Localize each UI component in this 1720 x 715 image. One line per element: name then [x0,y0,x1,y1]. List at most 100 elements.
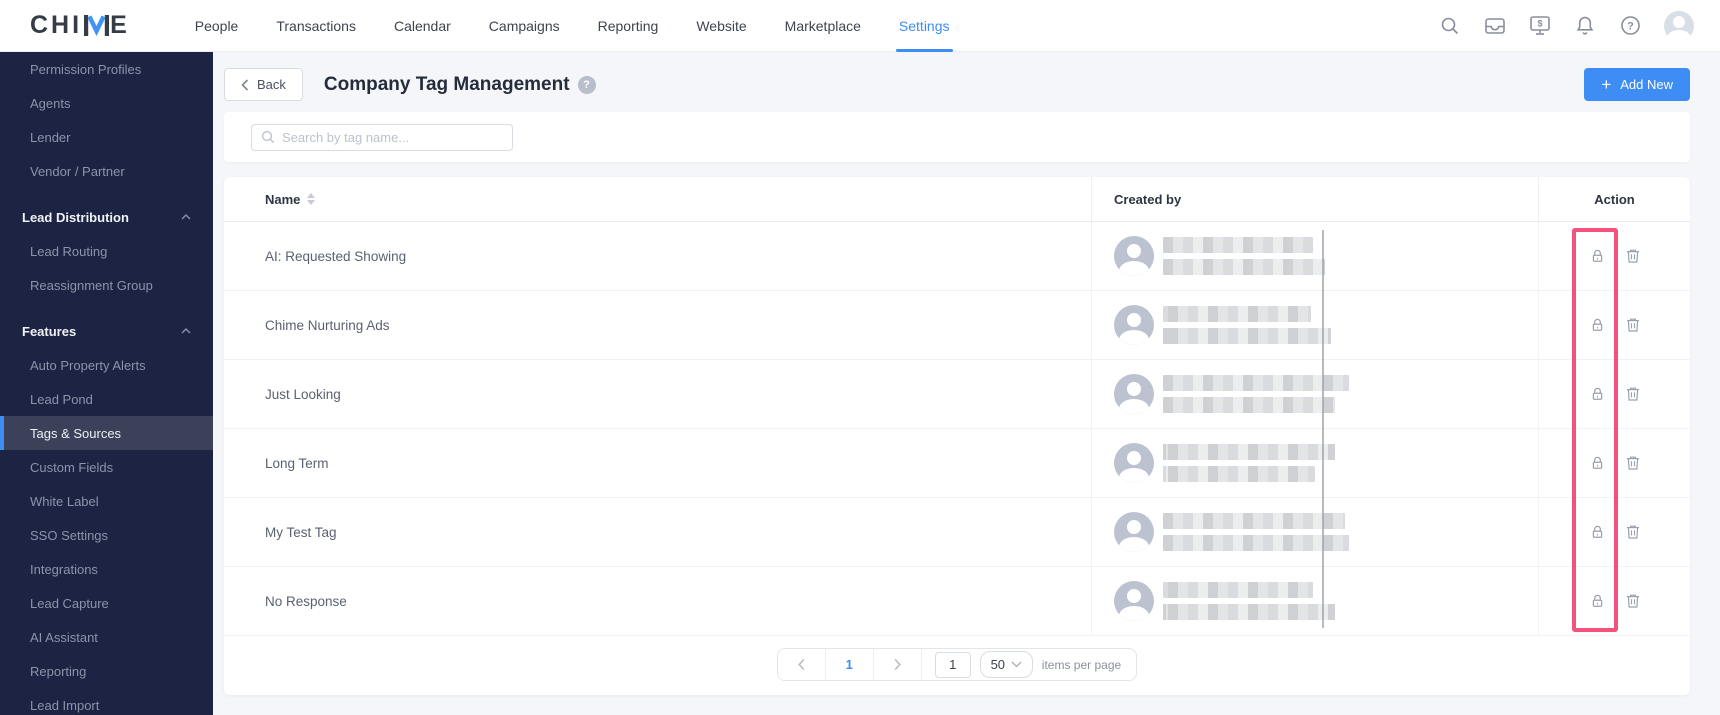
sidebar-item-lead-import[interactable]: Lead Import [0,688,213,715]
action-cell [1538,222,1690,290]
sidebar-item-lender[interactable]: Lender [0,120,213,154]
notifications-bell-icon[interactable] [1574,15,1596,37]
sidebar-item-vendor-partner[interactable]: Vendor / Partner [0,154,213,188]
sort-icon[interactable] [307,193,316,205]
sidebar-item-agents[interactable]: Agents [0,86,213,120]
logo-text-left: CHI [30,11,83,39]
delete-button[interactable] [1626,248,1640,264]
table-row: Long Term [224,429,1690,498]
avatar [1114,443,1154,483]
created-by-cell [1091,498,1538,566]
sidebar-item-reporting[interactable]: Reporting [0,654,213,688]
created-by-cell [1091,291,1538,359]
add-new-button[interactable]: + Add New [1584,68,1690,101]
sidebar-item-reassignment-group[interactable]: Reassignment Group [0,268,213,302]
pagination-next-button[interactable] [873,649,922,680]
nav-item-reporting[interactable]: Reporting [579,0,678,52]
billing-icon[interactable]: $ [1529,15,1551,37]
sidebar-item-sso-settings[interactable]: SSO Settings [0,518,213,552]
nav-item-website[interactable]: Website [677,0,765,52]
lock-button[interactable] [1590,248,1605,264]
action-cell [1538,360,1690,428]
help-icon[interactable]: ? [1619,15,1641,37]
sidebar-item-ai-assistant[interactable]: AI Assistant [0,620,213,654]
lock-button[interactable] [1590,317,1605,333]
trash-icon [1626,387,1639,401]
delete-button[interactable] [1626,593,1640,609]
items-per-page-label: items per page [1041,657,1122,672]
delete-button[interactable] [1626,386,1640,402]
action-cell [1538,291,1690,359]
nav-item-marketplace[interactable]: Marketplace [766,0,880,52]
delete-button[interactable] [1626,317,1640,333]
tag-name-cell: Long Term [265,455,329,471]
sidebar-item-white-label[interactable]: White Label [0,484,213,518]
table-header-row: Name Created by Action [224,177,1690,222]
lock-icon [1592,387,1602,400]
column-name-label: Name [265,191,301,207]
column-header-name[interactable]: Name [224,177,1091,221]
search-icon[interactable] [1439,15,1461,37]
sidebar-item-lead-pond[interactable]: Lead Pond [0,382,213,416]
lock-button[interactable] [1590,524,1605,540]
action-cell [1538,567,1690,635]
action-cell [1538,429,1690,497]
table-row: AI: Requested Showing [224,222,1690,291]
navbar-right-icons: $ ? [1439,10,1720,41]
created-by-cell [1091,567,1538,635]
delete-button[interactable] [1626,455,1640,471]
lock-icon [1592,456,1602,469]
column-header-created-by: Created by [1091,177,1538,221]
tag-name-cell: Chime Nurturing Ads [265,317,390,333]
sidebar-item-lead-capture[interactable]: Lead Capture [0,586,213,620]
sidebar-section-label: Features [22,323,77,339]
redacted-creator-name [1163,237,1325,275]
page-number-input[interactable] [934,651,971,678]
tag-search-input[interactable] [282,129,503,145]
chime-logo[interactable]: CHI E [30,11,130,40]
sidebar-item-auto-property-alerts[interactable]: Auto Property Alerts [0,348,213,382]
page-header: Back Company Tag Management ? + Add New [224,68,1690,101]
items-per-page-select[interactable]: 50 [979,651,1033,678]
svg-text:$: $ [1537,19,1542,29]
pagination-controls: 50 items per page [922,651,1136,678]
redacted-creator-name [1163,444,1335,482]
action-cell [1538,498,1690,566]
main-content: Back Company Tag Management ? + Add New … [213,52,1720,715]
pagination-prev-button[interactable] [777,649,826,680]
tag-search-box [251,123,513,151]
page-title: Company Tag Management [323,73,570,95]
sidebar-item-permission-profiles[interactable]: Permission Profiles [0,52,213,86]
lock-button[interactable] [1590,455,1605,471]
search-bar-card [224,112,1690,162]
nav-item-calendar[interactable]: Calendar [375,0,470,52]
sidebar-item-custom-fields[interactable]: Custom Fields [0,450,213,484]
logo-text-right: E [110,11,130,39]
sidebar-item-lead-routing[interactable]: Lead Routing [0,234,213,268]
inbox-icon[interactable] [1484,15,1506,37]
add-new-label: Add New [1620,77,1673,92]
chevron-up-icon [181,214,191,220]
user-avatar[interactable] [1664,10,1694,41]
sidebar-item-integrations[interactable]: Integrations [0,552,213,586]
nav-item-campaigns[interactable]: Campaigns [470,0,579,52]
title-help-icon[interactable]: ? [577,75,596,94]
table-body: AI: Requested Showing Chime Nurturing Ads… [224,222,1690,636]
lock-button[interactable] [1590,386,1605,402]
settings-sidebar: Permission Profiles Agents Lender Vendor / … [0,52,213,715]
sidebar-section-lead-distribution[interactable]: Lead Distribution [0,200,213,234]
column-header-action: Action [1538,177,1690,221]
column-action-label: Action [1594,191,1635,207]
delete-button[interactable] [1626,524,1640,540]
trash-icon [1626,249,1639,263]
nav-item-transactions[interactable]: Transactions [257,0,375,52]
pagination-page-1-button[interactable]: 1 [825,649,874,680]
nav-item-settings[interactable]: Settings [880,0,969,52]
sidebar-item-tags-sources[interactable]: Tags & Sources [0,416,213,450]
sidebar-section-features[interactable]: Features [0,314,213,348]
back-button[interactable]: Back [224,68,303,101]
logo-m-glyph [84,15,110,36]
nav-item-people[interactable]: People [176,0,258,52]
lock-button[interactable] [1590,593,1605,609]
tag-name-cell: Just Looking [265,386,341,402]
